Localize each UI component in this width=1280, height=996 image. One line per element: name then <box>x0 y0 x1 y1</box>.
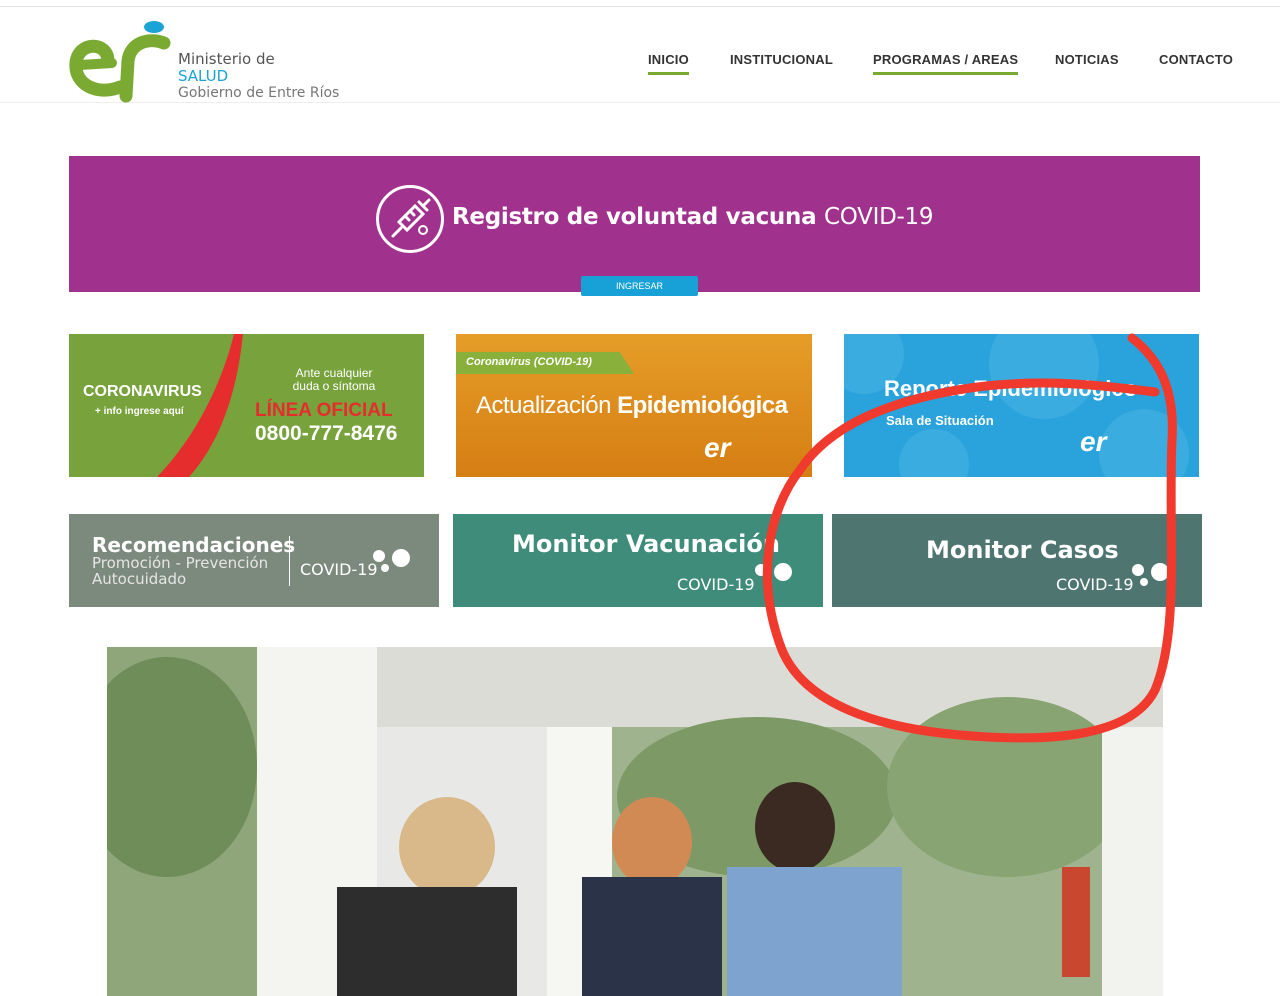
site-logo[interactable]: Ministerio de SALUD Gobierno de Entre Rí… <box>68 21 348 107</box>
banner-title-bold: Registro de voluntad vacuna <box>452 204 817 230</box>
coronavirus-subtitle: + info ingrese aquí <box>95 406 184 417</box>
actualizacion-label: Actualización <box>476 392 611 419</box>
linea-oficial-label: LÍNEA OFICIAL <box>255 400 393 421</box>
recomendaciones-card[interactable]: Recomendaciones Promoción - Prevención A… <box>69 514 439 607</box>
covid-19-label: COVID-19 <box>300 560 378 579</box>
phone-number: 0800-777-8476 <box>255 422 398 445</box>
red-circle-annotation <box>762 333 1177 743</box>
nav-institucional[interactable]: INSTITUCIONAL <box>730 52 833 67</box>
site-header: Ministerio de SALUD Gobierno de Entre Rí… <box>0 7 1280 103</box>
banner-title: Registro de voluntad vacuna COVID-19 <box>452 204 933 230</box>
ingresar-button[interactable]: INGRESAR <box>581 276 698 296</box>
logo-line-salud: SALUD <box>178 67 229 85</box>
nav-inicio[interactable]: INICIO <box>648 52 689 75</box>
er-logo-icon <box>69 21 171 103</box>
vacuna-registro-banner[interactable]: Registro de voluntad vacuna COVID-19 ING… <box>69 156 1200 296</box>
virus-icon <box>373 549 410 572</box>
nav-contacto[interactable]: CONTACTO <box>1159 52 1233 67</box>
logo-line-gobierno: Gobierno de Entre Ríos <box>178 85 340 101</box>
monitor-vacunacion-title: Monitor Vacunación <box>512 530 780 558</box>
coronavirus-title: CORONAVIRUS <box>83 383 202 400</box>
autocuidado-label: Autocuidado <box>92 570 187 588</box>
logo-line-ministerio: Ministerio de <box>178 50 275 68</box>
banner-title-covid: COVID-19 <box>824 204 934 230</box>
promocion-prevencion-label: Promoción - Prevención <box>92 554 269 572</box>
card-divider <box>289 536 290 586</box>
covid-tag: Coronavirus (COVID-19) <box>456 352 634 374</box>
er-logo-small-icon: er <box>704 432 731 463</box>
actualizacion-epidemiologica-tile[interactable]: Coronavirus (COVID-19) Actualización Epi… <box>456 334 812 477</box>
tile-line-duda: duda o síntoma <box>292 379 376 393</box>
coronavirus-linea-oficial-tile[interactable]: CORONAVIRUS + info ingrese aquí Ante cua… <box>69 334 424 477</box>
covid-tag-label: Coronavirus (COVID-19) <box>466 356 592 368</box>
nav-programas-areas[interactable]: PROGRAMAS / AREAS <box>873 52 1019 75</box>
covid-19-label: COVID-19 <box>677 575 755 594</box>
nav-noticias[interactable]: NOTICIAS <box>1055 52 1119 67</box>
syringe-icon <box>376 185 444 253</box>
